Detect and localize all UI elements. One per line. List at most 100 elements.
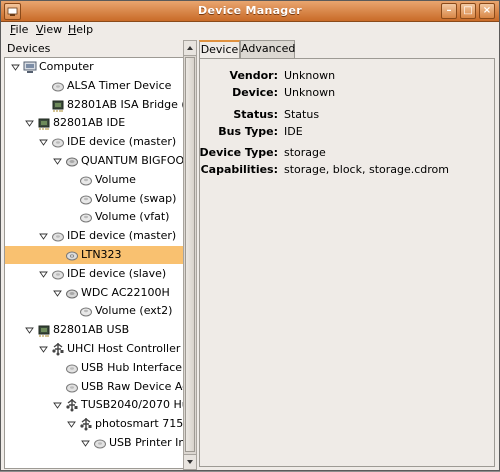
- device-icon: [65, 361, 79, 375]
- tree-row-label: photosmart 7150: [95, 417, 184, 430]
- device-icon: [51, 267, 65, 281]
- tree-row[interactable]: Volume (swap): [5, 190, 183, 208]
- tree-row-label: 82801AB USB: [53, 323, 130, 336]
- tree-row[interactable]: USB Hub Interface: [5, 359, 183, 377]
- computer-icon: [23, 60, 37, 74]
- tree-row[interactable]: IDE device (slave): [5, 265, 183, 283]
- expander-expanded-icon[interactable]: [25, 118, 34, 127]
- vendor-key: Vendor:: [229, 69, 278, 82]
- close-button[interactable]: ×: [479, 3, 495, 19]
- tree-row[interactable]: UHCI Host Controller: [5, 340, 183, 358]
- tree-row[interactable]: Volume (vfat): [5, 208, 183, 226]
- expander-expanded-icon[interactable]: [39, 137, 48, 146]
- disk-icon: [65, 154, 79, 168]
- tree-row-label: IDE device (master): [67, 229, 177, 242]
- scrollbar-thumb[interactable]: [185, 57, 195, 452]
- tree-row-label: Volume (vfat): [95, 210, 170, 223]
- expander-expanded-icon[interactable]: [53, 156, 62, 165]
- tree-row-label: ALSA Timer Device: [67, 79, 172, 92]
- tree-row-label: QUANTUM BIGFOOT TS: [81, 154, 184, 167]
- capabilities-key: Capabilities:: [200, 163, 278, 176]
- tree-row[interactable]: 82801AB IDE: [5, 114, 183, 132]
- devices-header: Devices: [7, 42, 51, 55]
- expander-expanded-icon[interactable]: [53, 288, 62, 297]
- tree-row[interactable]: IDE device (master): [5, 133, 183, 151]
- tree-row-label: USB Raw Device Acce: [81, 380, 183, 393]
- expander-expanded-icon[interactable]: [39, 231, 48, 240]
- tree-row-label: Volume (swap): [95, 192, 177, 205]
- scroll-down-arrow[interactable]: [184, 454, 196, 469]
- title-bar[interactable]: Device Manager – □ ×: [1, 1, 499, 22]
- menu-view-label: iew: [43, 23, 63, 36]
- tree-row[interactable]: QUANTUM BIGFOOT TS: [5, 152, 183, 170]
- menu-help[interactable]: Help: [68, 23, 93, 36]
- volume-icon: [79, 173, 93, 187]
- tree-row-label: USB Printer Inter: [109, 436, 183, 449]
- device-icon: [51, 135, 65, 149]
- menu-file[interactable]: File: [10, 23, 28, 36]
- status-value: Status: [284, 108, 320, 121]
- scroll-up-arrow[interactable]: [184, 41, 196, 56]
- chip-icon: [51, 98, 65, 112]
- usb-icon: [51, 342, 65, 356]
- minimize-button[interactable]: –: [441, 3, 457, 19]
- expander-expanded-icon[interactable]: [53, 400, 62, 409]
- device-tree[interactable]: Computer ALSA Timer Device 82801AB ISA Bri…: [4, 57, 184, 469]
- volume-icon: [79, 192, 93, 206]
- tree-row-label: 82801AB ISA Bridge (LPC): [67, 98, 183, 111]
- tree-scrollbar[interactable]: [183, 40, 197, 470]
- tree-row[interactable]: TUSB2040/2070 Hub: [5, 396, 183, 414]
- device-key: Device:: [232, 86, 278, 99]
- tree-row[interactable]: Volume: [5, 171, 183, 189]
- menu-view[interactable]: View: [36, 23, 62, 36]
- expander-expanded-icon[interactable]: [39, 269, 48, 278]
- expander-expanded-icon[interactable]: [81, 438, 90, 447]
- expander-expanded-icon[interactable]: [39, 344, 48, 353]
- tree-row[interactable]: IDE device (master): [5, 227, 183, 245]
- tree-row[interactable]: photosmart 7150: [5, 415, 183, 433]
- chip-icon: [37, 323, 51, 337]
- tree-row[interactable]: 82801AB ISA Bridge (LPC): [5, 96, 183, 114]
- tree-row[interactable]: Computer: [5, 58, 183, 76]
- bus-type-value: IDE: [284, 125, 303, 138]
- tree-row[interactable]: Volume (ext2): [5, 302, 183, 320]
- tree-row[interactable]: USB Raw Device Acce: [5, 378, 183, 396]
- tree-row-label: Volume (ext2): [95, 304, 173, 317]
- expander-expanded-icon[interactable]: [67, 419, 76, 428]
- usb-icon: [79, 417, 93, 431]
- tree-row-label: Computer: [39, 60, 94, 73]
- tree-row[interactable]: WDC AC22100H: [5, 284, 183, 302]
- tree-row-label: LTN323: [81, 248, 122, 261]
- device-properties-panel: Vendor: Unknown Device: Unknown Status: …: [199, 58, 495, 467]
- status-key: Status:: [233, 108, 278, 121]
- tree-row[interactable]: ALSA Timer Device: [5, 77, 183, 95]
- tree-row[interactable]: 82801AB USB: [5, 321, 183, 339]
- device-icon: [51, 79, 65, 93]
- usb-icon: [65, 398, 79, 412]
- device-icon: [93, 436, 107, 450]
- menu-help-label: elp: [76, 23, 94, 36]
- disk-icon: [65, 286, 79, 300]
- tab-advanced[interactable]: Advanced: [240, 40, 295, 58]
- tree-row-label: IDE device (master): [67, 135, 177, 148]
- tree-row-label: UHCI Host Controller: [67, 342, 181, 355]
- vendor-value: Unknown: [284, 69, 336, 82]
- expander-expanded-icon[interactable]: [25, 325, 34, 334]
- menu-file-label: ile: [15, 23, 29, 36]
- device-type-value: storage: [284, 146, 326, 159]
- bus-type-key: Bus Type:: [218, 125, 278, 138]
- tab-device[interactable]: Device: [199, 40, 240, 59]
- expander-expanded-icon[interactable]: [11, 62, 20, 71]
- device-manager-window: Device Manager – □ × File View Help Devi…: [0, 0, 500, 471]
- tree-row[interactable]: USB Printer Inter: [5, 434, 183, 452]
- tree-row-label: Volume: [95, 173, 136, 186]
- tree-row-label: 82801AB IDE: [53, 116, 126, 129]
- volume-icon: [79, 304, 93, 318]
- menu-bar: File View Help: [1, 22, 499, 38]
- cdrom-icon: [65, 248, 79, 262]
- device-icon: [51, 229, 65, 243]
- tree-row[interactable]: LTN323: [5, 246, 183, 264]
- tree-row-label: USB Hub Interface: [81, 361, 183, 374]
- maximize-button[interactable]: □: [460, 3, 476, 19]
- tree-row-label: TUSB2040/2070 Hub: [81, 398, 183, 411]
